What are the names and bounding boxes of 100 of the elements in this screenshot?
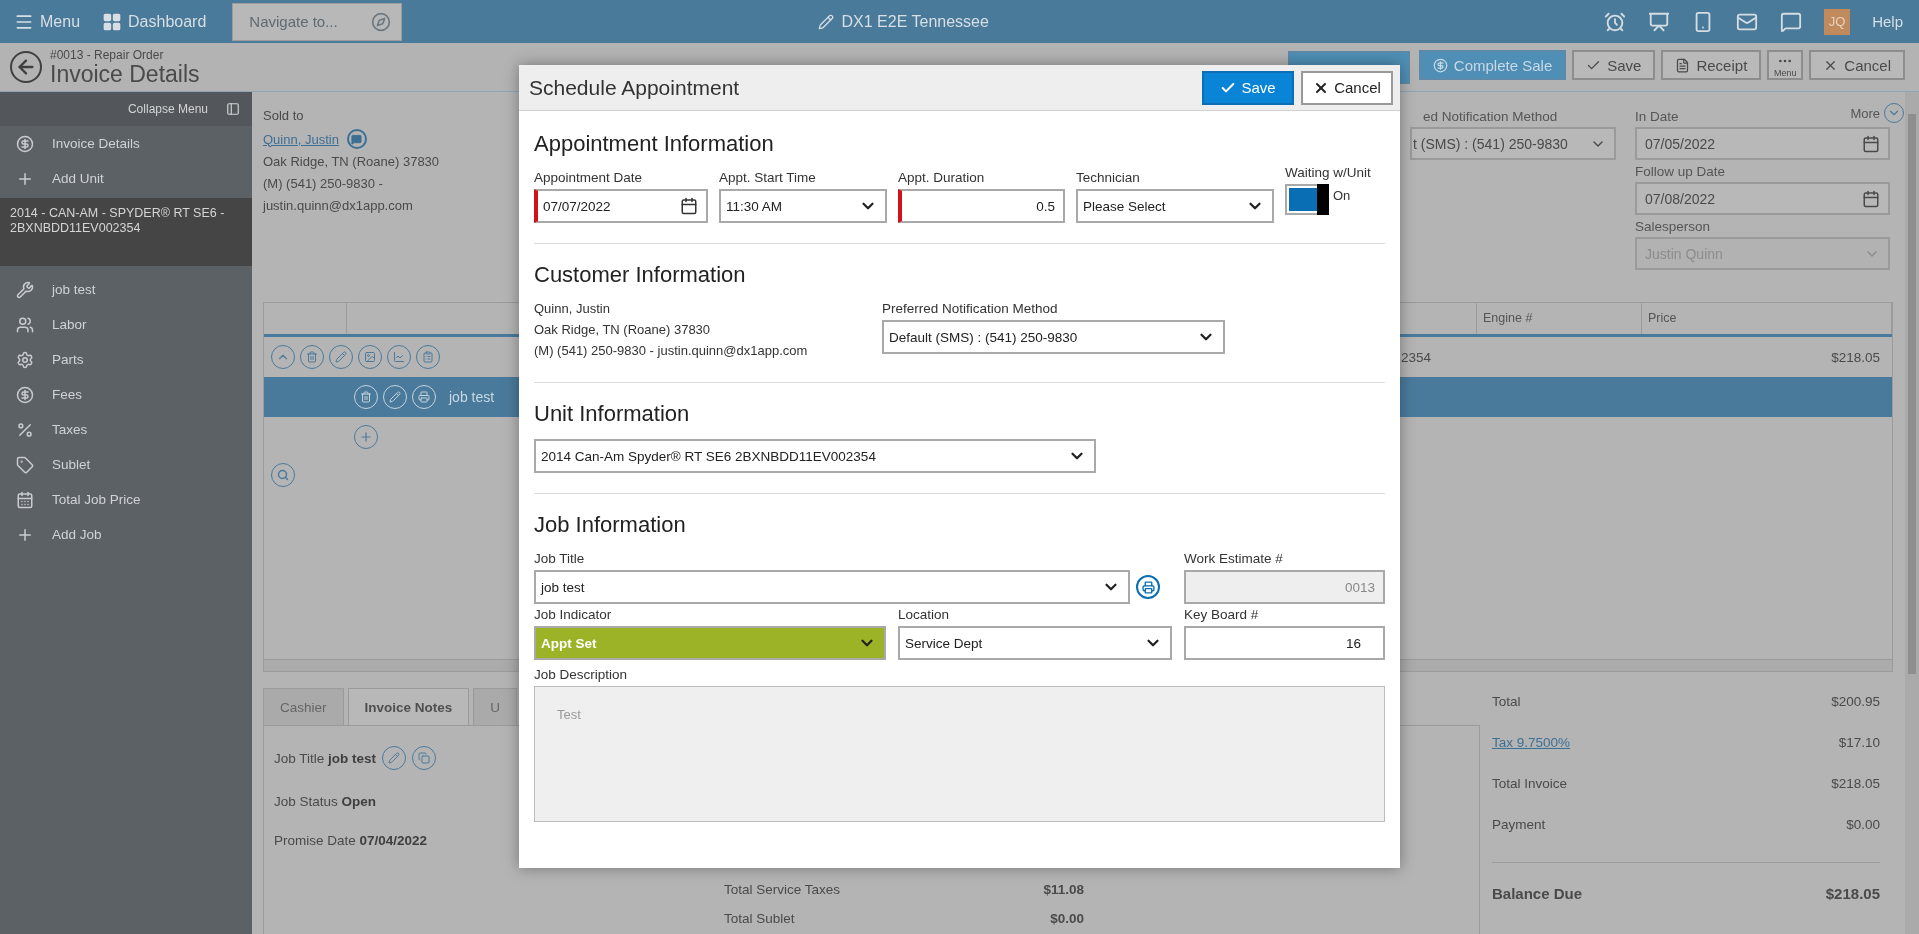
job-title-dropdown[interactable]: job test: [534, 570, 1130, 604]
tab[interactable]: Invoice Notes: [347, 688, 470, 725]
description-field[interactable]: Test: [534, 686, 1385, 822]
help-link[interactable]: Help: [1872, 13, 1903, 30]
section-heading: Customer Information: [534, 262, 747, 288]
tax-link[interactable]: Tax 9.7500%: [1492, 735, 1571, 750]
cancel-button[interactable]: Cancel: [1301, 70, 1393, 105]
field-label: Job Description: [534, 666, 629, 684]
column-header: Engine #: [1477, 303, 1642, 334]
receipt-button[interactable]: Receipt: [1661, 50, 1762, 80]
wrench-icon: [16, 280, 34, 299]
job-title: job test: [449, 389, 495, 405]
total-value: $0.00: [1846, 817, 1880, 832]
navigate-field[interactable]: Navigate to...: [232, 2, 403, 41]
sold-to-label: Sold to: [263, 107, 304, 125]
page-title: Invoice Details: [50, 62, 200, 86]
total-value: $0.00: [1050, 911, 1084, 926]
field-label: Job Indicator: [534, 606, 613, 624]
more-link[interactable]: More: [1850, 103, 1904, 123]
customer-contact: (M) (541) 250-9830 - justin.quinn@dx1app.com: [534, 342, 809, 360]
chat-icon[interactable]: [1780, 10, 1803, 33]
sidebar-item[interactable]: Invoice Details: [0, 126, 252, 161]
sidebar-item[interactable]: Sublet: [0, 447, 252, 482]
compass-icon: [371, 11, 392, 32]
panel-icon[interactable]: [226, 102, 240, 116]
field-label: Appt. Start Time: [719, 169, 817, 187]
sidebar-item[interactable]: job test: [0, 272, 252, 307]
field-label: In Date: [1635, 108, 1679, 126]
section-heading: Unit Information: [534, 401, 691, 427]
sidebar-item[interactable]: Total Job Price: [0, 482, 252, 517]
sidebar-item[interactable]: Taxes: [0, 412, 252, 447]
sidebar-item[interactable]: Add Job: [0, 517, 252, 552]
total-label: Total Sublet: [724, 911, 795, 926]
tab[interactable]: U: [473, 688, 518, 725]
sidebar-item[interactable]: Labor: [0, 307, 252, 342]
page-subtitle: #0013 - Repair Order: [50, 48, 164, 62]
customer-phone: (M) (541) 250-9830 -: [263, 175, 383, 193]
location-dropdown[interactable]: Service Dept: [898, 626, 1172, 660]
back-button[interactable]: [10, 51, 42, 83]
gear-icon: [16, 350, 34, 369]
field-label: Salesperson: [1635, 218, 1711, 236]
total-value: $200.95: [1831, 694, 1880, 709]
sidebar-item[interactable]: Parts: [0, 342, 252, 377]
calendar-icon: [1862, 189, 1880, 208]
store-title: DX1 E2E Tennessee: [841, 12, 989, 31]
toggle-switch[interactable]: [1285, 184, 1329, 215]
date-field[interactable]: 07/07/2022: [534, 189, 708, 223]
print-icon[interactable]: [1136, 575, 1160, 599]
save-button[interactable]: Save: [1572, 50, 1656, 80]
note-text: Job Title job test: [274, 750, 377, 766]
field-label: Appt. Duration: [898, 169, 986, 187]
sidebar-item[interactable]: Fees: [0, 377, 252, 412]
total-label: Total: [1492, 694, 1521, 709]
keyboard-field[interactable]: 16: [1184, 626, 1385, 660]
dashboard-button[interactable]: Dashboard: [102, 11, 207, 32]
notification-dropdown[interactable]: t (SMS) : (541) 250-9830: [1410, 127, 1616, 160]
collapse-menu-label[interactable]: Collapse Menu: [127, 102, 208, 116]
sidebar-item[interactable]: Add Unit: [0, 161, 252, 196]
note-text: Promise Date 07/04/2022: [274, 833, 428, 848]
number-field[interactable]: 0.5: [898, 189, 1065, 223]
sale-button[interactable]: Complete Sale: [1418, 50, 1567, 80]
date-field[interactable]: 07/05/2022: [1635, 127, 1890, 160]
indicator-dropdown[interactable]: Appt Set: [534, 626, 886, 660]
field-label: Location: [898, 606, 951, 624]
chat-icon[interactable]: [346, 129, 367, 149]
menu-button[interactable]: Menu: [1767, 50, 1804, 80]
date-field[interactable]: 07/08/2022: [1635, 182, 1890, 215]
cancel-button[interactable]: Cancel: [1809, 50, 1905, 80]
total-label: Total Service Taxes: [724, 882, 841, 897]
dropdown[interactable]: 11:30 AM: [719, 189, 887, 223]
customer-address: Oak Ridge, TN (Roane) 37830: [534, 321, 712, 339]
dropdown[interactable]: Please Select: [1076, 189, 1274, 223]
section-heading: Appointment Information: [534, 131, 775, 157]
save-button[interactable]: Save: [1202, 70, 1294, 105]
menu-button[interactable]: Menu: [14, 11, 81, 32]
tag-icon: [16, 455, 34, 474]
calendar-icon: [680, 197, 698, 215]
dollar-icon: [16, 134, 34, 153]
unit-block[interactable]: 2014 - CAN-AM - SPYDER® RT SE6 - 2BXNBDD11EV002354: [0, 198, 252, 266]
notification-dropdown[interactable]: Default (SMS) : (541) 250-9830: [882, 320, 1225, 354]
percent-icon: [16, 420, 34, 439]
total-value: $218.05: [1831, 776, 1880, 791]
customer-address: Oak Ridge, TN (Roane) 37830: [263, 153, 440, 171]
field-label: Preferred Notification Method: [882, 300, 1059, 318]
vertical-scrollbar[interactable]: [1905, 92, 1919, 934]
total-value: $218.05: [1825, 885, 1880, 902]
alarm-clock-icon[interactable]: [1604, 10, 1627, 33]
total-value: $11.08: [1043, 882, 1084, 897]
unit-dropdown[interactable]: 2014 Can-Am Spyder® RT SE6 2BXNBDD11EV002354: [534, 439, 1096, 473]
customer-email: justin.quinn@dx1app.com: [263, 197, 413, 215]
calendar-icon: [1862, 134, 1880, 153]
field-label: Work Estimate #: [1184, 550, 1284, 568]
customer-link[interactable]: Quinn, Justin: [263, 131, 339, 147]
tab[interactable]: Cashier: [263, 688, 344, 725]
calendar-icon: [16, 490, 34, 509]
field-label: Key Board #: [1184, 606, 1260, 624]
unit-title: 2014 - CAN-AM - SPYDER® RT SE6 - 2BXNBDD11EV002354: [10, 206, 226, 236]
total-label: Balance Due: [1492, 885, 1583, 902]
pencil-icon[interactable]: [817, 13, 834, 30]
presentation-icon[interactable]: [1648, 10, 1671, 33]
